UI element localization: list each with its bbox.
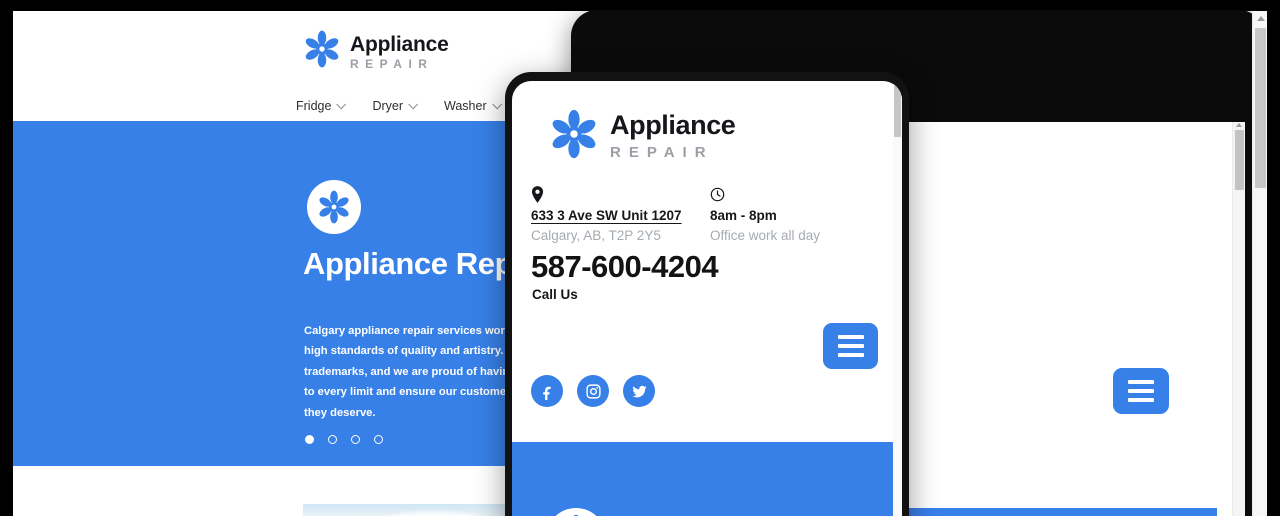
nav-item-label: Fridge	[296, 99, 332, 113]
chevron-down-icon	[491, 98, 502, 109]
six-petal-flower-logo-icon	[549, 109, 599, 164]
phone-address-link[interactable]: 633 3 Ave SW Unit 1207	[531, 208, 706, 223]
hamburger-bar	[1128, 380, 1154, 384]
nav-item-dryer[interactable]: Dryer	[372, 98, 419, 113]
tablet-page-scrollbar[interactable]	[1232, 122, 1245, 516]
phone-call-label: Call Us	[532, 287, 578, 302]
scroll-up-arrow-icon[interactable]	[1236, 123, 1242, 127]
hamburger-bar	[1128, 389, 1154, 393]
phone-logo-text: Appliance REPAIR	[610, 110, 736, 162]
phone-hours-time: 8am - 8pm	[710, 208, 777, 223]
phone-social-links	[531, 375, 655, 407]
phone-hours-block: 8am - 8pm Office work all day	[710, 185, 885, 243]
carousel-dot-1[interactable]	[305, 435, 314, 444]
phone-hours-note: Office work all day	[710, 228, 821, 243]
phone-page-content: Appliance REPAIR 633 3 Ave SW Unit 1207	[512, 81, 893, 516]
scrollbar-thumb[interactable]	[1235, 130, 1244, 190]
desktop-logo-text: Appliance REPAIR	[350, 34, 449, 70]
logo-title: Appliance	[610, 110, 736, 140]
hero-carousel-dots	[305, 435, 383, 444]
logo-tagline: REPAIR	[350, 56, 434, 71]
hamburger-bar	[837, 353, 864, 357]
chevron-down-icon	[408, 98, 419, 109]
nav-item-fridge[interactable]: Fridge	[296, 98, 347, 113]
carousel-dot-3[interactable]	[351, 435, 360, 444]
nav-item-label: Dryer	[372, 99, 403, 113]
carousel-dot-4[interactable]	[374, 435, 383, 444]
six-petal-flower-logo-icon	[303, 30, 341, 73]
phone-hamburger-menu-icon[interactable]	[823, 323, 878, 369]
scroll-up-arrow-icon[interactable]	[1257, 16, 1265, 21]
phone-page-scrollbar[interactable]	[893, 81, 902, 516]
window-scrollbar[interactable]	[1252, 11, 1267, 516]
logo-title: Appliance	[350, 32, 449, 56]
hamburger-bar	[1128, 398, 1154, 402]
map-pin-icon	[531, 185, 706, 203]
desktop-logo[interactable]: Appliance REPAIR	[303, 30, 449, 73]
nav-item-washer[interactable]: Washer	[444, 98, 502, 113]
phone-number[interactable]: 587-600-4204	[531, 249, 719, 285]
carousel-dot-2[interactable]	[328, 435, 337, 444]
tablet-hamburger-menu-icon[interactable]	[1113, 368, 1169, 414]
hero-logo-badge	[307, 180, 361, 234]
screenshot-stage: Appliance REPAIR Fridge Dryer Washer App…	[0, 0, 1280, 516]
logo-tagline: REPAIR	[610, 144, 714, 161]
chevron-down-icon	[336, 98, 347, 109]
facebook-icon[interactable]	[531, 375, 563, 407]
phone-blue-footer-section	[512, 442, 893, 516]
phone-info-row: 633 3 Ave SW Unit 1207 Calgary, AB, T2P …	[531, 185, 891, 243]
nav-item-label: Washer	[444, 99, 487, 113]
phone-screen: Appliance REPAIR 633 3 Ave SW Unit 1207	[512, 81, 902, 516]
twitter-icon[interactable]	[623, 375, 655, 407]
hamburger-bar	[837, 344, 864, 348]
hamburger-bar	[837, 335, 864, 339]
phone-location-block: 633 3 Ave SW Unit 1207 Calgary, AB, T2P …	[531, 185, 706, 243]
scrollbar-thumb[interactable]	[1255, 28, 1266, 188]
phone-footer-logo-badge	[546, 508, 606, 516]
phone-address-city: Calgary, AB, T2P 2Y5	[531, 228, 661, 243]
clock-icon	[710, 185, 885, 203]
scrollbar-thumb[interactable]	[894, 85, 901, 137]
phone-device-mockup: Appliance REPAIR 633 3 Ave SW Unit 1207	[505, 72, 909, 516]
phone-logo[interactable]: Appliance REPAIR	[549, 109, 736, 164]
instagram-icon[interactable]	[577, 375, 609, 407]
